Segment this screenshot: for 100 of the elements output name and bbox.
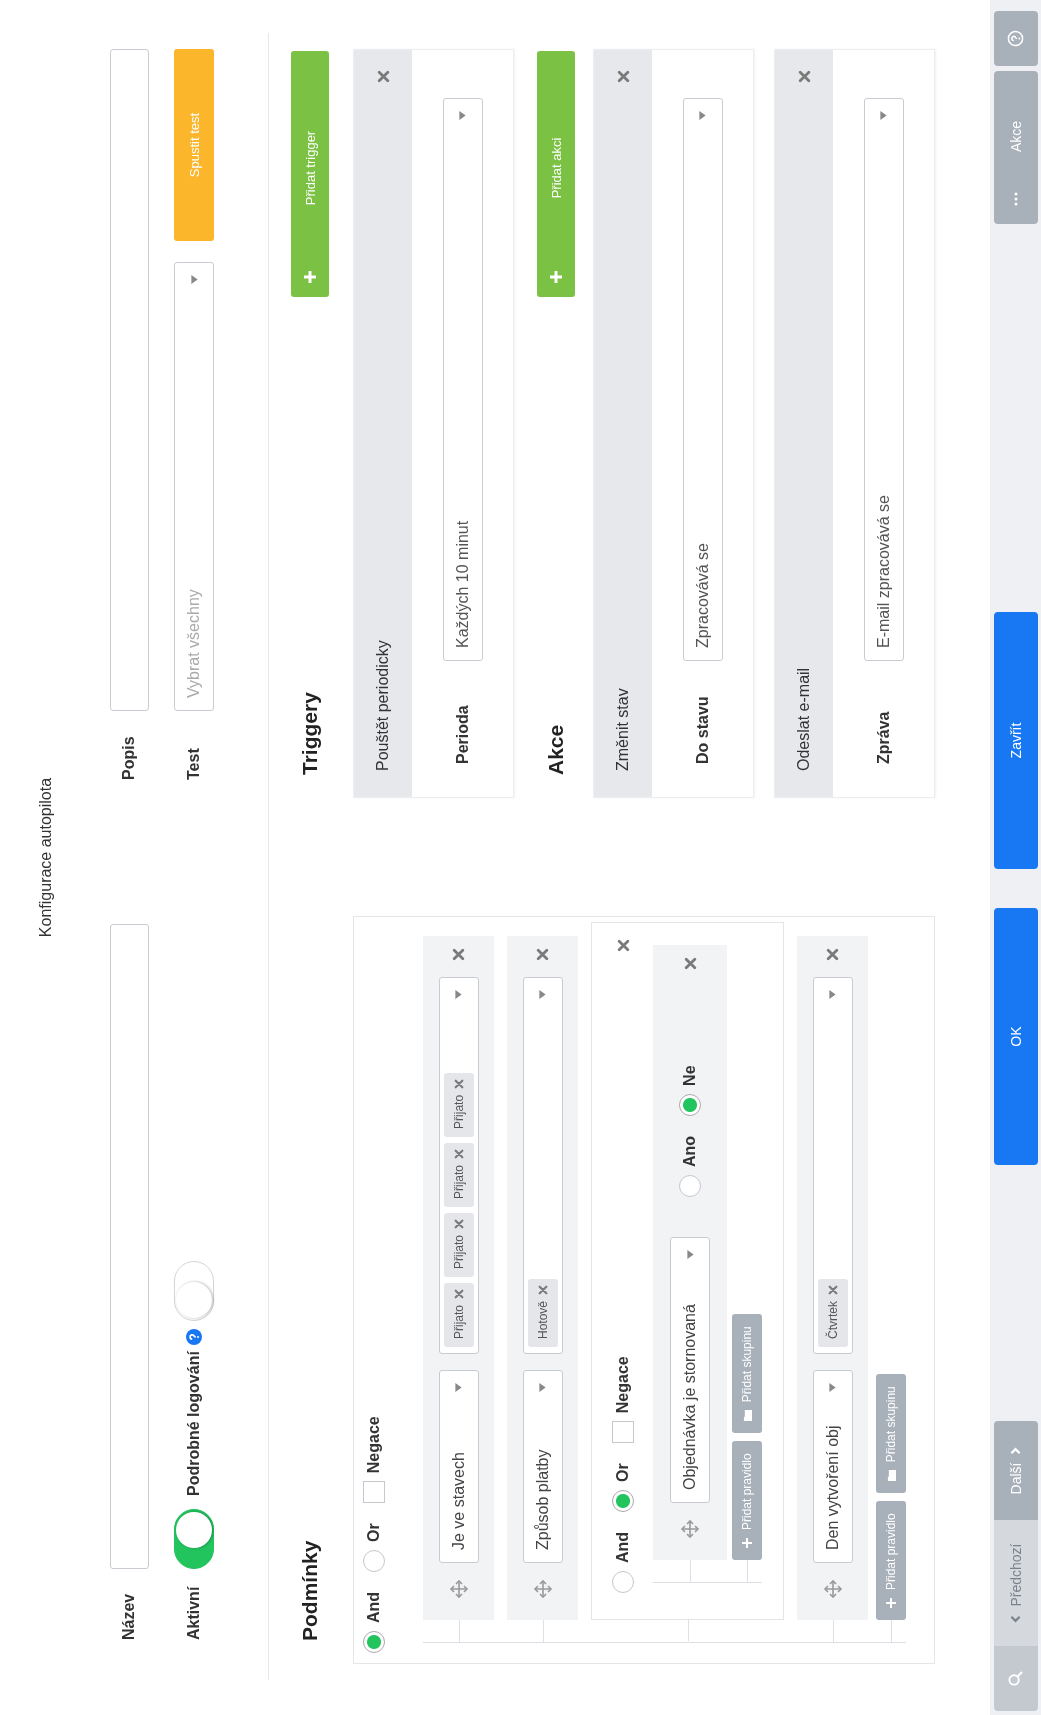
negation-checkbox[interactable] bbox=[363, 1481, 385, 1504]
caret-icon bbox=[829, 1383, 836, 1392]
help-button[interactable] bbox=[993, 11, 1038, 66]
field-label: Zpráva bbox=[874, 710, 893, 764]
remove-tag-icon[interactable] bbox=[453, 1218, 464, 1229]
plus-icon bbox=[304, 271, 316, 283]
field-select[interactable]: Je ve stavech bbox=[438, 1370, 479, 1563]
caret-icon bbox=[829, 990, 836, 999]
field-label: Podrobné logování bbox=[185, 1351, 203, 1496]
field-label: Aktivní bbox=[185, 1585, 203, 1642]
value-tag: Přijato bbox=[443, 1212, 474, 1277]
value-tag: Čtvrtek bbox=[817, 1279, 848, 1347]
ok-button[interactable]: OK bbox=[993, 908, 1038, 1165]
field-label: Popis bbox=[120, 735, 138, 782]
actions-button[interactable]: Akce bbox=[993, 71, 1038, 224]
radio-button[interactable] bbox=[363, 1631, 385, 1653]
add-action-button[interactable]: Přidat akci bbox=[537, 51, 575, 297]
value-select[interactable]: E-mail zpracovává se bbox=[863, 98, 904, 661]
chevron-right-icon bbox=[1010, 1446, 1021, 1455]
radio-button[interactable] bbox=[612, 1571, 634, 1593]
plus-icon bbox=[550, 271, 562, 283]
chevron-left-icon bbox=[1010, 1614, 1021, 1623]
section-heading: Triggery bbox=[298, 692, 322, 777]
operator-label: And bbox=[614, 1531, 632, 1563]
close-button[interactable]: Zavřít bbox=[993, 612, 1038, 869]
option-label: Ne bbox=[681, 1065, 699, 1086]
remove-rule-icon[interactable] bbox=[452, 948, 465, 961]
help-icon bbox=[1007, 30, 1024, 47]
remove-tag-icon[interactable] bbox=[453, 1289, 464, 1299]
values-select[interactable]: Přijato Přijato Přijato Přijato bbox=[438, 977, 479, 1354]
search-button[interactable] bbox=[993, 1646, 1038, 1711]
values-select[interactable]: Hotově bbox=[522, 977, 563, 1354]
search-icon bbox=[1008, 1671, 1023, 1686]
value-select[interactable]: Zpracovává se bbox=[682, 98, 723, 661]
remove-tag-icon[interactable] bbox=[827, 1285, 838, 1295]
field-select[interactable]: Den vytvoření obj bbox=[812, 1370, 853, 1563]
caret-icon bbox=[190, 275, 198, 284]
remove-group-icon[interactable] bbox=[616, 939, 630, 952]
remove-icon[interactable] bbox=[376, 70, 390, 83]
name-field[interactable] bbox=[109, 924, 149, 1569]
radio-button[interactable] bbox=[679, 1175, 701, 1197]
caret-icon bbox=[455, 1383, 462, 1392]
radio-button[interactable] bbox=[363, 1549, 385, 1572]
value-select[interactable]: Každých 10 minut bbox=[442, 98, 483, 661]
section-heading: Podmínky bbox=[298, 1540, 322, 1643]
field-label: Do stavu bbox=[693, 695, 712, 764]
value-tag: Přijato bbox=[443, 1283, 474, 1347]
remove-tag-icon[interactable] bbox=[537, 1284, 548, 1295]
caret-icon bbox=[880, 111, 887, 120]
add-group-button[interactable]: Přidat skupinu bbox=[876, 1374, 906, 1494]
description-field[interactable] bbox=[109, 49, 149, 711]
operator-label: Or bbox=[614, 1463, 632, 1482]
move-icon[interactable] bbox=[822, 1579, 843, 1599]
caret-icon bbox=[459, 111, 466, 120]
remove-tag-icon[interactable] bbox=[453, 1148, 464, 1159]
card-title: Pouštět periodicky bbox=[374, 640, 392, 771]
caret-icon bbox=[686, 1250, 694, 1259]
move-icon[interactable] bbox=[448, 1579, 469, 1599]
negation-label: Negace bbox=[614, 1356, 632, 1414]
remove-rule-icon[interactable] bbox=[683, 957, 697, 970]
move-icon[interactable] bbox=[680, 1519, 700, 1539]
more-icon bbox=[1013, 192, 1018, 206]
logging-toggle[interactable] bbox=[174, 1261, 214, 1322]
radio-button[interactable] bbox=[612, 1489, 634, 1512]
caret-icon bbox=[539, 1383, 546, 1392]
remove-icon[interactable] bbox=[616, 70, 630, 83]
value-tag: Přijato bbox=[443, 1072, 474, 1137]
remove-rule-icon[interactable] bbox=[536, 948, 549, 961]
remove-icon[interactable] bbox=[797, 70, 811, 83]
folder-icon bbox=[886, 1470, 896, 1482]
field-select[interactable]: Způsob platby bbox=[522, 1370, 563, 1563]
card-title: Změnit stav bbox=[614, 688, 632, 771]
operator-label: Or bbox=[365, 1523, 383, 1542]
add-trigger-button[interactable]: Přidat trigger bbox=[291, 51, 329, 297]
next-button[interactable]: Další bbox=[993, 1421, 1038, 1520]
test-select[interactable]: Vybrat všechny bbox=[174, 262, 214, 711]
field-label: Test bbox=[185, 747, 203, 782]
card-title: Odeslat e-mail bbox=[795, 667, 813, 771]
folder-icon bbox=[742, 1410, 752, 1422]
plus-icon bbox=[742, 1538, 752, 1548]
field-label: Název bbox=[120, 1592, 138, 1642]
remove-tag-icon[interactable] bbox=[453, 1078, 464, 1089]
values-select[interactable]: Čtvrtek bbox=[812, 977, 853, 1354]
caret-icon bbox=[455, 990, 462, 999]
field-select[interactable]: Objednávka je stornovaná bbox=[670, 1237, 710, 1503]
negation-checkbox[interactable] bbox=[612, 1421, 634, 1444]
add-group-button[interactable]: Přidat skupinu bbox=[732, 1314, 762, 1434]
add-rule-button[interactable]: Přidat pravidlo bbox=[876, 1501, 906, 1620]
negation-label: Negace bbox=[365, 1416, 383, 1474]
move-icon[interactable] bbox=[532, 1579, 553, 1599]
dialog-title: Konfigurace autopilota bbox=[36, 777, 55, 938]
remove-rule-icon[interactable] bbox=[826, 948, 839, 961]
active-toggle[interactable] bbox=[174, 1509, 214, 1569]
caret-icon bbox=[699, 111, 706, 120]
operator-label: And bbox=[365, 1591, 383, 1623]
field-label: Perioda bbox=[453, 704, 472, 764]
add-rule-button[interactable]: Přidat pravidlo bbox=[732, 1441, 762, 1560]
plus-icon bbox=[886, 1598, 896, 1608]
radio-button[interactable] bbox=[679, 1093, 701, 1116]
help-icon[interactable] bbox=[186, 1329, 202, 1346]
